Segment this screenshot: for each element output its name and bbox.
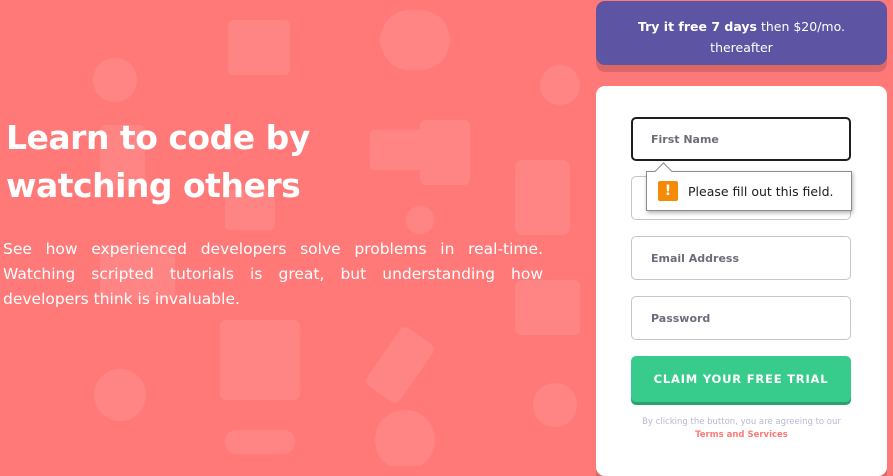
warning-icon: ! [658,181,678,201]
hero-title: Learn to code by watching others [6,118,310,205]
password-input[interactable] [631,296,851,340]
claim-trial-button[interactable]: CLAIM YOUR FREE TRIAL [631,356,851,402]
terms-text: By clicking the button, you are agreeing… [642,417,841,427]
trial-banner: Try it free 7 days then $20/mo. thereaft… [596,1,887,65]
hero-description: See how experienced developers solve pro… [3,240,543,308]
validation-message: Please fill out this field. [688,183,834,199]
signup-form: CLAIM YOUR FREE TRIAL By clicking the bu… [596,86,887,476]
validation-tooltip: ! Please fill out this field. [646,162,852,211]
first-name-input[interactable] [631,117,851,161]
trial-highlight: Try it free 7 days [637,19,757,34]
terms-notice: By clicking the button, you are agreeing… [616,416,867,442]
terms-link[interactable]: Terms and Services [695,430,788,440]
email-input[interactable] [631,236,851,280]
